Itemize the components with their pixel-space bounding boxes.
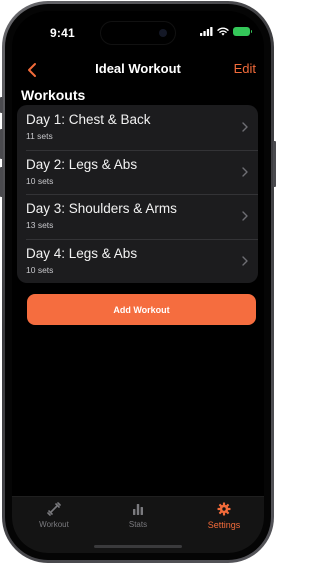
tab-bar: Workout Stats Settings bbox=[12, 496, 264, 553]
add-workout-button[interactable]: Add Workout bbox=[27, 294, 256, 325]
workout-title: Day 1: Chest & Back bbox=[26, 112, 151, 127]
chevron-right-icon bbox=[242, 211, 248, 221]
workout-row-day-3[interactable]: Day 3: Shoulders & Arms 13 sets bbox=[17, 194, 258, 239]
chevron-right-icon bbox=[242, 166, 248, 177]
workout-title: Day 2: Legs & Abs bbox=[26, 156, 138, 172]
status-icons bbox=[200, 27, 252, 36]
workout-sets: 10 sets bbox=[26, 175, 54, 186]
workout-sets: 11 sets bbox=[26, 131, 53, 141]
action-button bbox=[0, 97, 3, 113]
workout-title: Day 3: Shoulders & Arms bbox=[26, 201, 177, 216]
tab-settings[interactable]: Settings bbox=[194, 502, 254, 538]
edit-button[interactable]: Edit bbox=[234, 61, 256, 76]
workout-row-day-2[interactable]: Day 2: Legs & Abs 10 sets bbox=[17, 149, 258, 195]
screen: 9:41 Ideal Workout Edit Workouts Day 1: … bbox=[12, 11, 264, 553]
battery-icon bbox=[233, 27, 252, 36]
tab-workout[interactable]: Workout bbox=[24, 502, 84, 538]
gear-icon bbox=[217, 502, 231, 516]
tab-workout-label: Workout bbox=[39, 520, 69, 529]
dynamic-island bbox=[101, 22, 175, 44]
wifi-icon bbox=[217, 27, 229, 36]
home-indicator bbox=[94, 545, 182, 548]
workout-row-day-1[interactable]: Day 1: Chest & Back 11 sets bbox=[17, 105, 258, 150]
volume-down-button bbox=[0, 167, 3, 197]
page-title: Ideal Workout bbox=[95, 61, 181, 76]
workout-sets: 13 sets bbox=[26, 220, 54, 230]
workout-sets: 10 sets bbox=[26, 264, 54, 275]
chevron-right-icon bbox=[242, 122, 248, 132]
phone-frame: 9:41 Ideal Workout Edit Workouts Day 1: … bbox=[0, 1, 276, 563]
workout-list: Day 1: Chest & Back 11 sets Day 2: Legs … bbox=[17, 105, 258, 283]
navigation-bar: Ideal Workout Edit bbox=[12, 57, 264, 83]
tab-settings-label: Settings bbox=[207, 520, 241, 530]
status-time: 9:41 bbox=[50, 26, 75, 40]
bar-chart-icon bbox=[133, 504, 143, 515]
tab-stats[interactable]: Stats bbox=[108, 502, 168, 538]
power-button bbox=[273, 141, 276, 187]
workout-row-day-4[interactable]: Day 4: Legs & Abs 10 sets bbox=[17, 238, 258, 284]
volume-up-button bbox=[0, 129, 3, 159]
chevron-right-icon bbox=[242, 255, 248, 266]
camera-icon bbox=[159, 29, 167, 37]
status-bar: 9:41 bbox=[12, 11, 264, 51]
workout-title: Day 4: Legs & Abs bbox=[26, 245, 138, 261]
dumbbell-icon bbox=[47, 502, 61, 516]
section-title: Workouts bbox=[21, 87, 86, 103]
cellular-signal-icon bbox=[200, 27, 213, 36]
tab-stats-label: Stats bbox=[128, 520, 148, 529]
